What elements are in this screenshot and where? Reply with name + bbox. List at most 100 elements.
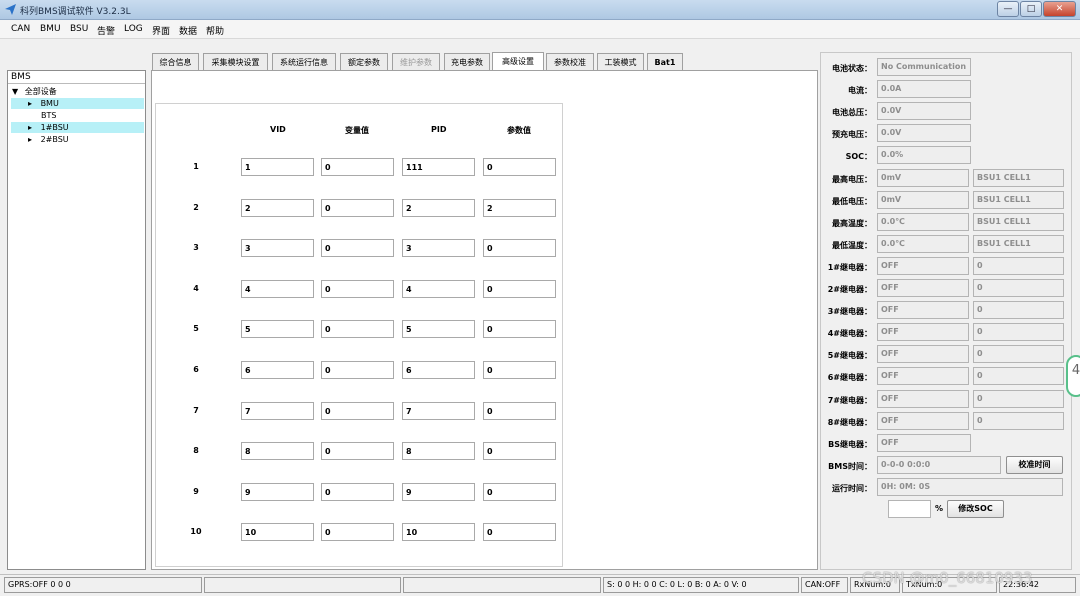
param-value-input[interactable]: 0	[483, 482, 556, 501]
status-value: 0.0℃	[877, 212, 969, 231]
variable-value-input[interactable]: 0	[321, 239, 394, 258]
tree-item-label: BTS	[41, 111, 57, 120]
collapsed-arrow-icon[interactable]: ▸	[28, 135, 32, 144]
soc-input[interactable]	[888, 500, 931, 518]
vid-input[interactable]: 1	[241, 158, 314, 176]
menu-can[interactable]: CAN	[11, 24, 30, 34]
param-value-input[interactable]: 2	[483, 198, 556, 217]
tab-charge-params[interactable]: 充电参数	[444, 53, 490, 71]
status-label: 最低温度：	[832, 240, 872, 250]
status-value: OFF	[877, 256, 969, 275]
param-value-input[interactable]: 0	[483, 320, 556, 339]
minimize-button[interactable]: —	[997, 1, 1019, 17]
vid-input[interactable]: 5	[241, 320, 314, 339]
param-value-input[interactable]: 0	[483, 523, 556, 542]
vid-input[interactable]: 10	[241, 523, 314, 542]
param-value-input[interactable]: 0	[483, 279, 556, 298]
status-extra: BSU1 CELL1	[973, 234, 1064, 253]
menu-bmu[interactable]: BMU	[40, 24, 61, 34]
pid-input[interactable]: 4	[402, 279, 475, 298]
tree-item-2bsu[interactable]: ▸ 2#BSU	[11, 134, 144, 145]
tab-param-calibration[interactable]: 参数校准	[546, 53, 594, 71]
status-value: 0mV	[877, 168, 969, 187]
pid-input[interactable]: 5	[402, 320, 475, 339]
variable-value-input[interactable]: 0	[321, 279, 394, 298]
collapsed-arrow-icon[interactable]: ▸	[28, 123, 32, 132]
variable-value-input[interactable]: 0	[321, 320, 394, 339]
variable-value-input[interactable]: 0	[321, 198, 394, 217]
menu-data[interactable]: 数据	[179, 24, 197, 37]
device-tree: BMS ▼ 全部设备 ▸ BMU BTS ▸ 1#BSU ▸ 2#BSU	[7, 70, 146, 570]
status-label: 7#继电器：	[827, 395, 872, 405]
variable-value-input[interactable]: 0	[321, 523, 394, 542]
floating-badge[interactable]: 4	[1066, 355, 1080, 397]
row-number: 10	[190, 527, 202, 537]
variable-value-input[interactable]: 0	[321, 482, 394, 501]
status-extra: 0	[973, 389, 1064, 408]
tree-header: BMS	[8, 71, 145, 84]
vid-input[interactable]: 8	[241, 442, 314, 461]
window-title: 科列BMS调试软件 V3.2.3L	[20, 7, 131, 17]
param-value-input[interactable]: 0	[483, 442, 556, 461]
pid-input[interactable]: 10	[402, 523, 475, 542]
tab-overview[interactable]: 综合信息	[152, 53, 199, 71]
param-value-input[interactable]: 0	[483, 401, 556, 420]
variable-value-input[interactable]: 0	[321, 361, 394, 379]
pid-input[interactable]: 7	[402, 401, 475, 420]
vid-input[interactable]: 3	[241, 239, 314, 258]
param-value-input[interactable]: 0	[483, 361, 556, 379]
vid-input[interactable]: 4	[241, 279, 314, 298]
pid-input[interactable]: 111	[402, 158, 475, 176]
vid-input[interactable]: 7	[241, 401, 314, 420]
row-number: 1	[193, 162, 199, 171]
close-button[interactable]: ✕	[1043, 1, 1076, 17]
param-value-input[interactable]: 0	[483, 158, 556, 176]
menu-help[interactable]: 帮助	[206, 24, 224, 37]
menu-bsu[interactable]: BSU	[70, 24, 88, 34]
pid-input[interactable]: 3	[402, 239, 475, 258]
tab-maintenance-params[interactable]: 维护参数	[392, 53, 440, 71]
tab-system-run-info[interactable]: 系统运行信息	[272, 53, 336, 71]
gprs-status: GPRS:OFF 0 0 0	[4, 577, 202, 593]
status-label: 5#继电器：	[827, 351, 872, 361]
status-value: 0.0V	[877, 102, 971, 121]
tab-rated-params[interactable]: 额定参数	[340, 53, 388, 71]
status-label: BS继电器：	[828, 439, 872, 449]
status-value: OFF	[877, 411, 969, 430]
variable-value-input[interactable]: 0	[321, 442, 394, 461]
status-value: OFF	[877, 345, 969, 364]
status-extra: 0	[973, 323, 1064, 342]
menu-log[interactable]: LOG	[124, 24, 143, 34]
param-value-input[interactable]: 0	[483, 239, 556, 258]
pid-input[interactable]: 9	[402, 482, 475, 501]
collapsed-arrow-icon[interactable]: ▸	[28, 99, 32, 108]
tab-bat1[interactable]: Bat1	[647, 53, 683, 71]
expanded-arrow-icon[interactable]: ▼	[12, 87, 18, 96]
pid-input[interactable]: 8	[402, 442, 475, 461]
pid-input[interactable]: 6	[402, 361, 475, 379]
maximize-button[interactable]: □	[1020, 1, 1042, 17]
tree-item-bts[interactable]: BTS	[11, 110, 144, 121]
menu-bar: CAN BMU BSU 告警 LOG 界面 数据 帮助	[0, 20, 1080, 39]
bms-time-value: 0-0-0 0:0:0	[877, 456, 1001, 474]
tree-item-bmu[interactable]: ▸ BMU	[11, 98, 144, 109]
variable-value-input[interactable]: 0	[321, 401, 394, 420]
pid-header: PID	[431, 125, 447, 134]
tree-root[interactable]: ▼ 全部设备	[12, 86, 142, 97]
vid-input[interactable]: 2	[241, 198, 314, 217]
variable-value-input[interactable]: 0	[321, 158, 394, 176]
tab-fixture-mode[interactable]: 工装模式	[597, 53, 644, 71]
vid-input[interactable]: 9	[241, 482, 314, 501]
menu-view[interactable]: 界面	[152, 24, 170, 37]
tree-item-1bsu[interactable]: ▸ 1#BSU	[11, 122, 144, 133]
vid-input[interactable]: 6	[241, 361, 314, 379]
pid-input[interactable]: 2	[402, 198, 475, 217]
modify-soc-button[interactable]: 修改SOC	[947, 500, 1004, 518]
counter-status: S: 0 0 H: 0 0 C: 0 L: 0 B: 0 A: 0 V: 0	[603, 577, 799, 593]
calibrate-time-button[interactable]: 校准时间	[1006, 456, 1063, 474]
tab-acquisition-settings[interactable]: 采集模块设置	[203, 53, 268, 71]
status-extra: 0	[973, 256, 1064, 275]
status-cell-empty	[204, 577, 401, 593]
tab-advanced-settings[interactable]: 高级设置	[492, 52, 544, 72]
menu-alarm[interactable]: 告警	[97, 24, 115, 37]
